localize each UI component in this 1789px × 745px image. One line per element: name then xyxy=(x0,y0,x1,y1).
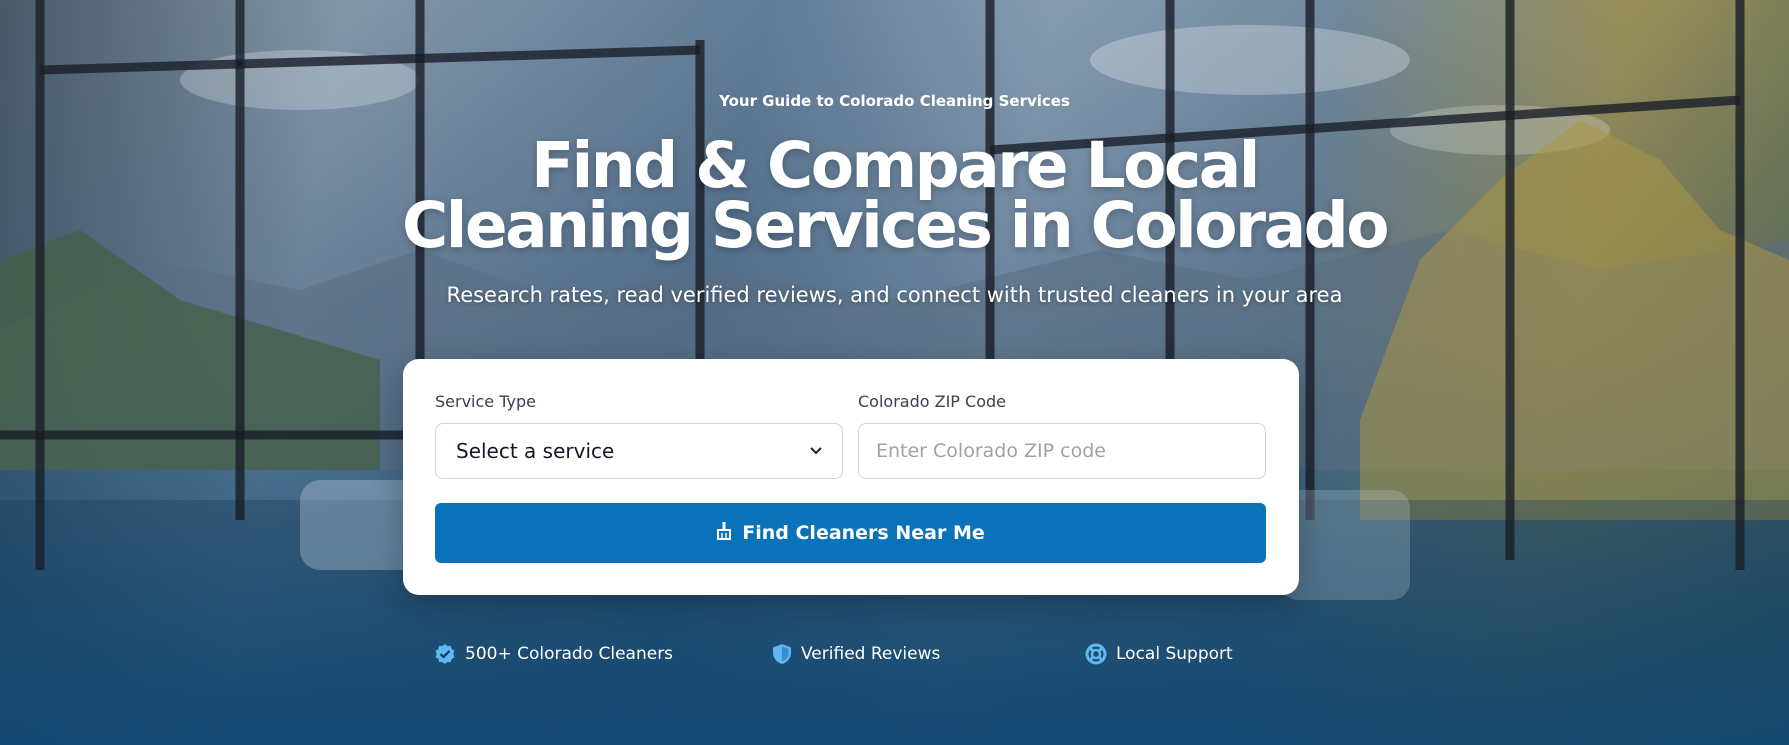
service-type-select[interactable]: Select a service xyxy=(435,423,843,479)
service-type-label: Service Type xyxy=(435,392,536,411)
life-ring-icon xyxy=(1085,643,1107,665)
find-cleaners-button-label: Find Cleaners Near Me xyxy=(742,522,985,544)
feature-item: Local Support xyxy=(1085,643,1233,665)
shield-icon xyxy=(772,643,792,665)
search-card: Service Type Select a service Colorado Z… xyxy=(403,359,1299,595)
hero-subtitle: Research rates, read verified reviews, a… xyxy=(446,283,1343,307)
hero-headline: Find & Compare Local Cleaning Services i… xyxy=(0,134,1789,257)
feature-item: 500+ Colorado Cleaners xyxy=(434,643,673,665)
zip-code-input[interactable] xyxy=(858,423,1266,479)
feature-label: Verified Reviews xyxy=(801,644,941,664)
hero-headline-line2: Cleaning Services in Colorado xyxy=(402,189,1389,262)
verified-badge-icon xyxy=(434,643,456,665)
chevron-down-icon xyxy=(810,444,822,458)
broom-icon xyxy=(716,521,732,545)
feature-label: Local Support xyxy=(1116,644,1233,664)
zip-code-label: Colorado ZIP Code xyxy=(858,392,1006,411)
find-cleaners-button[interactable]: Find Cleaners Near Me xyxy=(435,503,1266,563)
feature-list: 500+ Colorado Cleaners Verified Reviews xyxy=(0,643,1789,667)
feature-item: Verified Reviews xyxy=(772,643,940,665)
feature-label: 500+ Colorado Cleaners xyxy=(465,644,674,664)
hero-eyebrow: Your Guide to Colorado Cleaning Services xyxy=(719,92,1070,110)
service-type-selected-value: Select a service xyxy=(456,439,615,463)
hero-section: Your Guide to Colorado Cleaning Services… xyxy=(0,0,1789,745)
